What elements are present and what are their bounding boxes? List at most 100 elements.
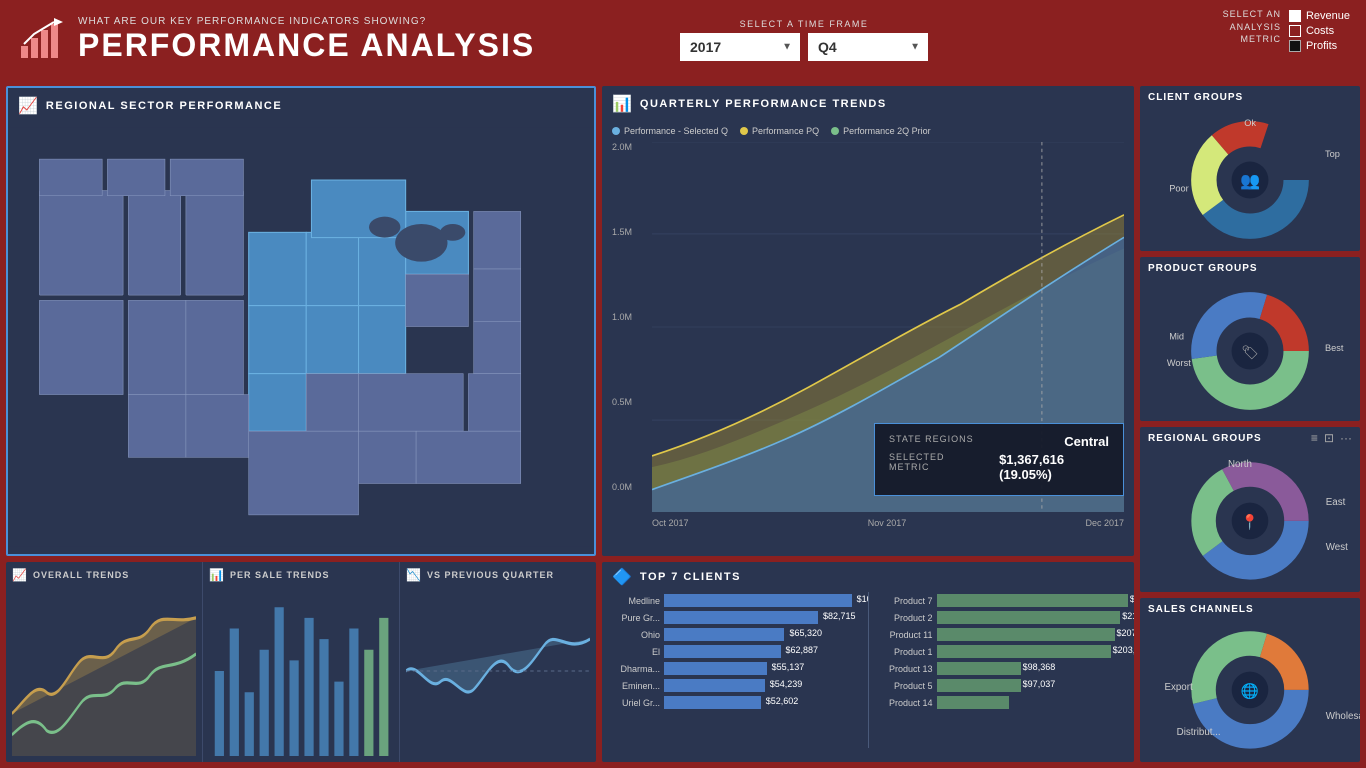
legend-pq: Performance PQ: [740, 126, 819, 136]
quarterly-trends-panel: 📊 QUARTERLY PERFORMANCE TRENDS Performan…: [602, 86, 1134, 556]
product-bar-wrapper: $203,089: [937, 645, 1129, 658]
client-bar-wrapper: $55,137: [664, 662, 862, 675]
vs-previous-section: 📉 VS PREVIOUS QUARTER: [400, 562, 596, 762]
top-clients-title: TOP 7 CLIENTS: [640, 571, 741, 583]
revenue-label: Revenue: [1306, 10, 1350, 22]
legend-label-selected: Performance - Selected Q: [624, 126, 728, 136]
header: WHAT ARE OUR KEY PERFORMANCE INDICATORS …: [0, 0, 1366, 80]
overall-sparkline-svg: [12, 586, 196, 756]
profits-label: Profits: [1306, 40, 1337, 52]
product-name: Product 13: [875, 664, 933, 674]
tooltip-overlay: STATE REGIONS Central SELECTED METRIC $1…: [874, 423, 1124, 496]
client-name: Uriel Gr...: [608, 698, 660, 708]
client-bar: [664, 611, 818, 624]
top-clients-panel: 🔷 TOP 7 CLIENTS Medline $101,574 Pure Gr…: [602, 562, 1134, 762]
metric-costs[interactable]: Costs: [1289, 25, 1350, 37]
svg-text:Top: Top: [1325, 149, 1340, 159]
svg-text:📍: 📍: [1241, 513, 1259, 531]
sales-channels-panel: SALES CHANNELS 🌐 Wholesale Export Distri…: [1140, 598, 1360, 763]
time-frame-label: SELECT A TIME FRAME: [740, 19, 869, 29]
client-value: $62,887: [786, 645, 819, 655]
client-bar-wrapper: $82,715: [664, 611, 862, 624]
top-clients-header: 🔷 TOP 7 CLIENTS: [602, 562, 1134, 592]
client-bar-row: Uriel Gr... $52,602: [602, 694, 868, 711]
product-bar: [937, 696, 1010, 709]
sales-channels-chart: 🌐 Wholesale Export Distribut...: [1140, 617, 1360, 756]
per-sale-trends-section: 📊 PER SALE TRENDS: [203, 562, 400, 762]
year-select-wrapper[interactable]: 2017 2016 2015 2018: [680, 33, 800, 61]
client-bar-wrapper: $52,602: [664, 696, 862, 709]
product-bar-row: Product 13 $98,368: [869, 660, 1135, 677]
product-bar: [937, 662, 1021, 675]
client-bar: [664, 662, 767, 675]
regional-sector-header: 📈 REGIONAL SECTOR PERFORMANCE: [8, 88, 594, 124]
more-icon[interactable]: ···: [1340, 431, 1352, 445]
quarterly-trends-header: 📊 QUARTERLY PERFORMANCE TRENDS: [602, 86, 1134, 122]
profits-checkbox[interactable]: [1289, 40, 1301, 52]
svg-text:Ok: Ok: [1244, 118, 1256, 128]
revenue-checkbox[interactable]: [1289, 10, 1301, 22]
client-groups-panel: CLIENT GROUPS 👥 Top Poor Ok: [1140, 86, 1360, 251]
product-name: Product 1: [875, 647, 933, 657]
product-name: Product 14: [875, 698, 933, 708]
product-bar-row: Product 11 $207,296: [869, 626, 1135, 643]
product-bar-wrapper: $98,368: [937, 662, 1129, 675]
product-value: $213,839: [1122, 611, 1134, 621]
legend-label-2q: Performance 2Q Prior: [843, 126, 931, 136]
y-label-0m: 0.0M: [612, 482, 652, 492]
regional-groups-panel: REGIONAL GROUPS ≡ ⊡ ··· 📍 East West Nort…: [1140, 427, 1360, 592]
y-label-1-5m: 1.5M: [612, 227, 652, 237]
client-groups-chart: 👥 Top Poor Ok: [1140, 105, 1360, 244]
menu-icon[interactable]: ≡: [1311, 431, 1318, 445]
sales-channels-svg: 🌐 Wholesale Export Distribut...: [1140, 617, 1360, 756]
svg-text:🌐: 🌐: [1241, 682, 1259, 700]
header-icon: [16, 15, 66, 65]
quarter-select[interactable]: Q4 Q1 Q2 Q3: [808, 33, 928, 61]
legend-dot-selected: [612, 127, 620, 135]
analysis-metric-section: SELECT ANANALYSISMETRIC Revenue Costs Pr…: [1223, 8, 1350, 52]
client-bar-wrapper: $101,574: [664, 594, 862, 607]
product-value: $203,089: [1113, 645, 1134, 655]
svg-text:Worst: Worst: [1167, 358, 1191, 368]
year-select[interactable]: 2017 2016 2015 2018: [680, 33, 800, 61]
product-bar-row: Product 5 $97,037: [869, 677, 1135, 694]
costs-label: Costs: [1306, 25, 1334, 37]
vs-previous-label: 📉 VS PREVIOUS QUARTER: [406, 568, 590, 582]
y-label-0-5m: 0.5M: [612, 397, 652, 407]
client-name: Pure Gr...: [608, 613, 660, 623]
client-bar-wrapper: $54,239: [664, 679, 862, 692]
client-value: $101,574: [857, 594, 869, 604]
trends-icon: 📊: [612, 94, 632, 114]
header-title: PERFORMANCE ANALYSIS: [78, 27, 535, 64]
client-name: Ohio: [608, 630, 660, 640]
product-bar-row: Product 14: [869, 694, 1135, 711]
client-value: $54,239: [770, 679, 803, 689]
chart-legend: Performance - Selected Q Performance PQ …: [602, 122, 1134, 142]
product-bar: [937, 594, 1129, 607]
client-name: Medline: [608, 596, 660, 606]
product-name: Product 5: [875, 681, 933, 691]
expand-icon[interactable]: ⊡: [1324, 431, 1334, 445]
client-bar-row: Ohio $65,320: [602, 626, 868, 643]
product-bar-wrapper: [937, 696, 1129, 709]
regional-sector-title: REGIONAL SECTOR PERFORMANCE: [46, 100, 282, 112]
product-groups-chart: 🏷 Best Worst Mid: [1140, 276, 1360, 415]
client-name: Dharma...: [608, 664, 660, 674]
product-value: $221,991: [1130, 594, 1134, 604]
regional-groups-title: REGIONAL GROUPS: [1148, 433, 1262, 444]
regional-groups-chart: 📍 East West North: [1140, 449, 1360, 586]
product-groups-svg: 🏷 Best Worst Mid: [1140, 276, 1360, 415]
x-label-oct: Oct 2017: [652, 518, 689, 528]
quarter-select-wrapper[interactable]: Q4 Q1 Q2 Q3: [808, 33, 928, 61]
metric-revenue[interactable]: Revenue: [1289, 10, 1350, 22]
product-groups-title: PRODUCT GROUPS: [1140, 257, 1360, 276]
svg-text:East: East: [1326, 497, 1346, 508]
costs-checkbox[interactable]: [1289, 25, 1301, 37]
client-value: $52,602: [766, 696, 799, 706]
client-groups-svg: 👥 Top Poor Ok: [1140, 105, 1360, 244]
per-sale-title: PER SALE TRENDS: [230, 570, 330, 580]
metric-profits[interactable]: Profits: [1289, 40, 1350, 52]
client-rows-container: Medline $101,574 Pure Gr... $82,715 Ohio…: [602, 592, 868, 711]
product-bar: [937, 645, 1111, 658]
tooltip-state-label: STATE REGIONS: [889, 434, 974, 449]
